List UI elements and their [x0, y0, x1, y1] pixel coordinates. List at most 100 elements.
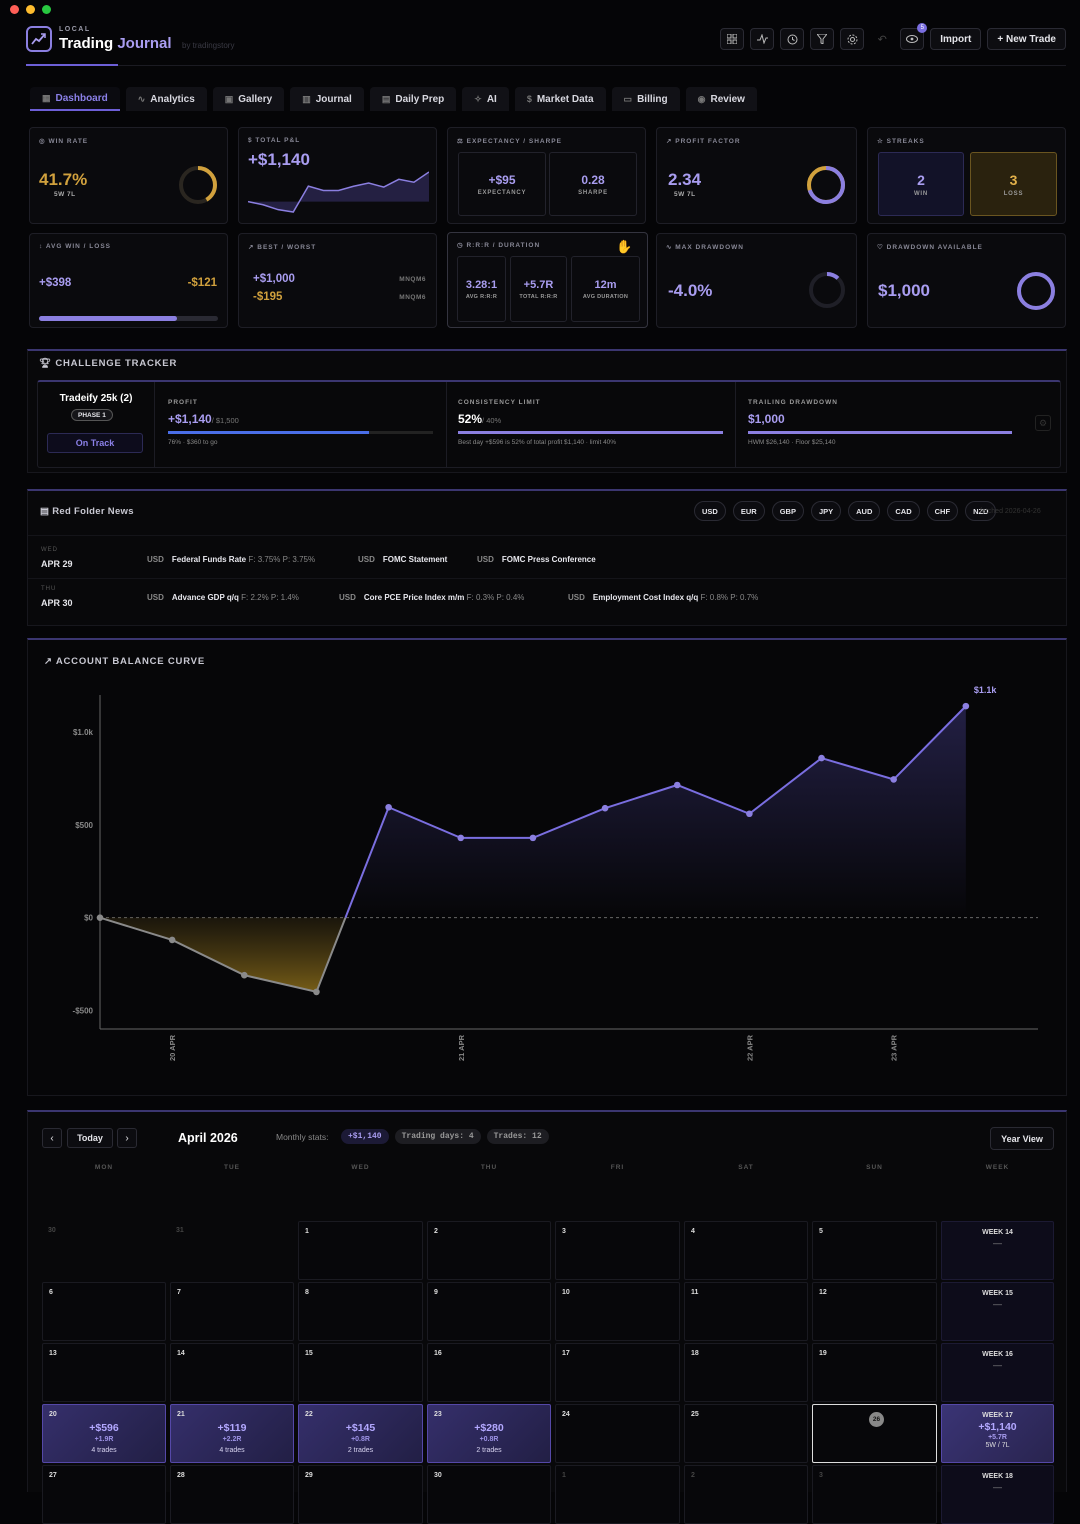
tab-review[interactable]: ◉ Review: [685, 87, 757, 111]
tab-analytics[interactable]: ∿ Analytics: [125, 87, 207, 111]
day-number: 2: [691, 1472, 695, 1479]
currency-filter-gbp[interactable]: GBP: [771, 501, 804, 521]
week-summary[interactable]: WEEK 17 +$1,140 +5.7R 5W / 7L: [941, 1404, 1054, 1463]
calendar-day[interactable]: 3: [555, 1221, 680, 1280]
book-icon: ▥: [302, 93, 311, 104]
undo-icon[interactable]: ↶: [870, 28, 894, 50]
calendar-day[interactable]: 24: [555, 1404, 680, 1463]
profit-note: 76% · $360 to go: [168, 439, 218, 446]
eye-icon[interactable]: 5: [900, 23, 928, 50]
calendar-day[interactable]: 13: [42, 1343, 166, 1402]
calendar-day[interactable]: 4: [684, 1221, 808, 1280]
currency-filter-usd[interactable]: USD: [694, 501, 726, 521]
calendar-day[interactable]: 2: [427, 1221, 551, 1280]
calendar-day[interactable]: 5: [812, 1221, 937, 1280]
tab-dashboard[interactable]: ▦ Dashboard: [30, 87, 120, 111]
calendar-day[interactable]: 22 +$145 +0.8R 2 trades: [298, 1404, 423, 1463]
calendar-day[interactable]: 20 +$596 +1.9R 4 trades: [42, 1404, 166, 1463]
challenge-settings-icon[interactable]: ⚙: [1035, 415, 1051, 431]
currency-filter-aud[interactable]: AUD: [848, 501, 881, 521]
maximize-dot[interactable]: [42, 5, 51, 14]
trades-pill: Trades: 12: [486, 1129, 549, 1144]
win-loss-bar: [39, 316, 218, 321]
avg-loss-value: -$121: [187, 277, 217, 289]
currency-filter-chf[interactable]: CHF: [926, 501, 959, 521]
day-number: 20: [49, 1411, 57, 1418]
currency-filter-eur[interactable]: EUR: [732, 501, 765, 521]
calendar-day[interactable]: 23 +$280 +0.8R 2 trades: [427, 1404, 551, 1463]
tab-gallery[interactable]: ▣ Gallery: [212, 87, 285, 111]
week-summary[interactable]: WEEK 18 —: [941, 1465, 1054, 1524]
month-title: April 2026: [178, 1131, 238, 1145]
consistency-bar: [458, 431, 723, 434]
calendar-day[interactable]: 11: [684, 1282, 808, 1341]
calendar-day[interactable]: 28: [170, 1465, 294, 1524]
data-point: [601, 804, 609, 812]
tab-market-data[interactable]: $ Market Data: [514, 87, 606, 111]
on-track-status[interactable]: On Track: [47, 433, 143, 453]
streaks-card: ☆ STREAKS 2 WIN 3 LOSS: [867, 127, 1066, 224]
calendar-day[interactable]: 1: [555, 1465, 680, 1524]
filter-icon[interactable]: [810, 28, 835, 50]
news-event[interactable]: USD FOMC Press Conference: [477, 555, 596, 564]
grid-icon[interactable]: [720, 28, 745, 50]
calendar-day[interactable]: 18: [684, 1343, 808, 1402]
data-point: [168, 936, 176, 944]
calendar-day[interactable]: 29: [298, 1465, 423, 1524]
next-month-button[interactable]: ›: [117, 1128, 137, 1148]
calendar-day[interactable]: 6: [42, 1282, 166, 1341]
news-event[interactable]: USD FOMC Statement: [358, 555, 447, 564]
news-event[interactable]: USD Advance GDP q/q F: 2.2% P: 1.4%: [147, 593, 299, 602]
activity-icon[interactable]: [750, 28, 775, 50]
day-number: 1: [305, 1228, 309, 1235]
data-point: [385, 803, 392, 811]
news-date: APR 29: [41, 559, 73, 569]
calendar-day[interactable]: 30: [427, 1465, 551, 1524]
calendar-day[interactable]: 10: [555, 1282, 680, 1341]
currency-filter-jpy[interactable]: JPY: [810, 501, 842, 521]
currency-filter-cad[interactable]: CAD: [887, 501, 920, 521]
calendar-day[interactable]: 1: [298, 1221, 423, 1280]
week-summary[interactable]: WEEK 14 —: [941, 1221, 1054, 1280]
calendar-day[interactable]: 7: [170, 1282, 294, 1341]
calendar-day[interactable]: 26: [812, 1404, 937, 1463]
calendar-day[interactable]: 19: [812, 1343, 937, 1402]
data-point: [746, 810, 753, 818]
news-event[interactable]: USD Federal Funds Rate F: 3.75% P: 3.75%: [147, 555, 315, 564]
week-summary[interactable]: WEEK 15 —: [941, 1282, 1054, 1341]
news-event[interactable]: USD Core PCE Price Index m/m F: 0.3% P: 0…: [339, 593, 524, 602]
minimize-dot[interactable]: [26, 5, 35, 14]
gear-icon[interactable]: [840, 28, 865, 50]
calendar-day[interactable]: 30: [42, 1221, 166, 1280]
calendar-day[interactable]: 12: [812, 1282, 937, 1341]
import-button[interactable]: Import: [930, 28, 982, 50]
data-point: [818, 754, 825, 762]
week-summary[interactable]: WEEK 16 —: [941, 1343, 1054, 1402]
tab-journal[interactable]: ▥ Journal: [290, 87, 364, 111]
calendar-day[interactable]: 17: [555, 1343, 680, 1402]
news-event[interactable]: USD Employment Cost Index q/q F: 0.8% P: …: [568, 593, 758, 602]
tab-daily-prep[interactable]: ▤ Daily Prep: [369, 87, 457, 111]
calendar-day[interactable]: 15: [298, 1343, 423, 1402]
tab-ai[interactable]: ✧ AI: [462, 87, 509, 111]
tab-billing[interactable]: ▭ Billing: [611, 87, 680, 111]
calendar-day[interactable]: 31: [170, 1221, 294, 1280]
close-dot[interactable]: [10, 5, 19, 14]
calendar-day[interactable]: 21 +$119 +2.2R 4 trades: [170, 1404, 294, 1463]
day-number: 14: [177, 1350, 185, 1357]
calendar-day[interactable]: 9: [427, 1282, 551, 1341]
today-button[interactable]: Today: [67, 1128, 113, 1148]
calendar-day[interactable]: 27: [42, 1465, 166, 1524]
new-trade-button[interactable]: + New Trade: [987, 28, 1066, 50]
year-view-button[interactable]: Year View: [990, 1127, 1054, 1150]
trailing-bar-fill: [748, 431, 1012, 434]
calendar-day[interactable]: 2: [684, 1465, 808, 1524]
calendar-day[interactable]: 8: [298, 1282, 423, 1341]
brand-title: Trading Journal: [59, 35, 172, 52]
calendar-day[interactable]: 25: [684, 1404, 808, 1463]
calendar-day[interactable]: 16: [427, 1343, 551, 1402]
calendar-day[interactable]: 3: [812, 1465, 937, 1524]
calendar-day[interactable]: 14: [170, 1343, 294, 1402]
clock-icon[interactable]: [780, 28, 805, 50]
prev-month-button[interactable]: ‹: [42, 1128, 62, 1148]
